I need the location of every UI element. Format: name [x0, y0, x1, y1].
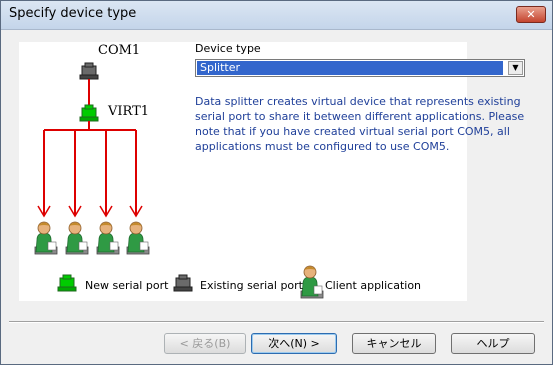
client-app-icon: [126, 221, 150, 255]
legend-client-app-label: Client application: [325, 279, 422, 292]
illustration-panel: COM1 VIRT1 New serial port Existing seri…: [19, 42, 467, 301]
device-description: Data splitter creates virtual device tha…: [195, 95, 525, 153]
legend-client-app-icon: [300, 265, 324, 299]
com-port-label: COM1: [98, 43, 141, 58]
device-type-selected: Splitter: [197, 61, 503, 75]
client-app-icon: [34, 221, 58, 255]
back-button[interactable]: < 戻る(B): [164, 333, 246, 354]
next-button[interactable]: 次へ(N) >: [251, 333, 337, 354]
legend-new-port-label: New serial port: [85, 279, 169, 292]
legend-existing-port-icon: [173, 274, 193, 292]
device-type-label: Device type: [195, 42, 261, 55]
dialog-window: Specify device type ✕ COM1 VIRT1 New ser…: [0, 0, 553, 365]
cancel-button[interactable]: キャンセル: [352, 333, 436, 354]
new-port-icon: [79, 104, 99, 122]
legend-existing-port-label: Existing serial port: [200, 279, 303, 292]
virtual-port-label: VIRT1: [108, 104, 150, 119]
legend-new-port-icon: [57, 274, 77, 292]
existing-port-icon: [79, 62, 99, 80]
client-app-icon: [96, 221, 120, 255]
chevron-down-icon[interactable]: ▼: [508, 61, 523, 75]
close-button[interactable]: ✕: [516, 6, 546, 23]
help-button[interactable]: ヘルプ: [451, 333, 535, 354]
client-app-icon: [65, 221, 89, 255]
title-bar: Specify device type ✕: [1, 1, 552, 30]
window-title: Specify device type: [9, 6, 137, 21]
close-icon: ✕: [526, 8, 536, 21]
divider: [9, 321, 544, 323]
split-arrows: [37, 121, 143, 218]
splitter-diagram: [34, 62, 324, 299]
device-type-select[interactable]: Splitter ▼: [195, 59, 525, 77]
